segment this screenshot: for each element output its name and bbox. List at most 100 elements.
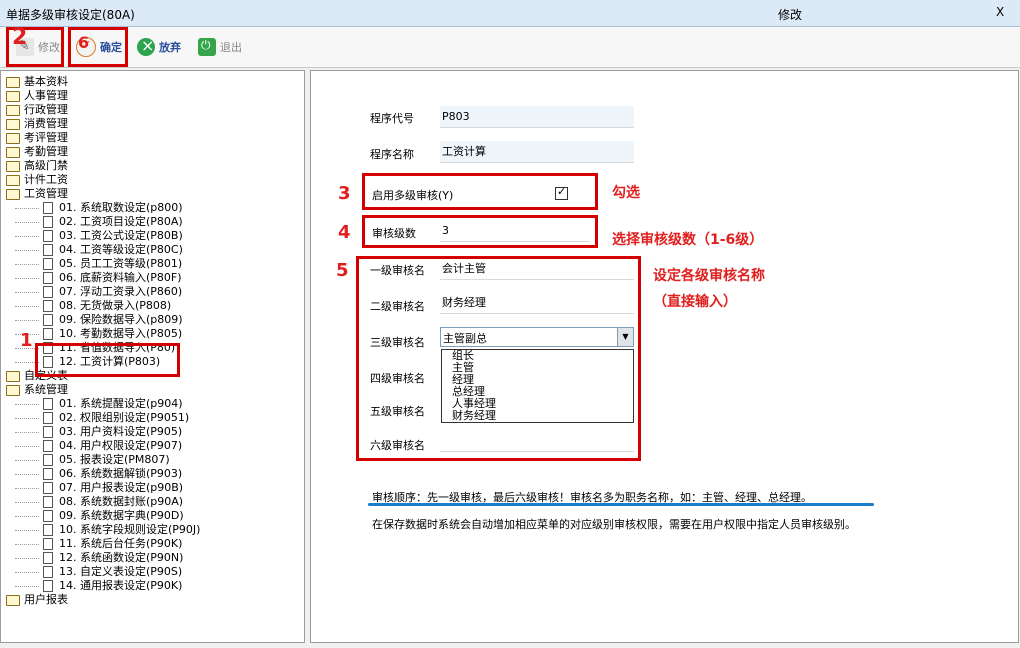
tree-connector	[15, 403, 39, 405]
tree-item-label: 08. 系统数据封账(p90A)	[59, 495, 184, 508]
tree-folder-label: 高级门禁	[24, 159, 68, 172]
tree-folder[interactable]: 基本资料	[6, 75, 68, 89]
close-button[interactable]: X	[996, 5, 1004, 19]
cancel-icon	[137, 36, 155, 56]
tree-item-system[interactable]: 13. 自定义表设定(P90S)	[15, 565, 182, 579]
annotation-box-payroll-calc	[35, 343, 180, 377]
tree-connector	[15, 235, 39, 237]
tree-connector	[15, 543, 39, 545]
tree-connector	[15, 417, 39, 419]
exit-button[interactable]: 退出	[198, 35, 242, 59]
tree-folder[interactable]: 用户报表	[6, 593, 68, 607]
document-icon	[43, 524, 53, 536]
tree-connector	[15, 445, 39, 447]
tree-item-system[interactable]: 03. 用户资料设定(P905)	[15, 425, 182, 439]
tree-item-label: 05. 员工工资等级(P801)	[59, 257, 183, 270]
tree-folder[interactable]: 行政管理	[6, 103, 68, 117]
tree-folder-label: 行政管理	[24, 103, 68, 116]
tree-connector	[15, 473, 39, 475]
tree-folder[interactable]: 消费管理	[6, 117, 68, 131]
tree-connector	[15, 431, 39, 433]
tree-item-system[interactable]: 04. 用户权限设定(P907)	[15, 439, 182, 453]
tree-item-label: 05. 报表设定(PM807)	[59, 453, 170, 466]
annotation-number-1: 1	[20, 330, 33, 351]
folder-icon	[6, 160, 20, 172]
tree-item-label: 01. 系统取数设定(p800)	[59, 201, 183, 214]
document-icon	[43, 300, 53, 312]
tree-folder[interactable]: 人事管理	[6, 89, 68, 103]
document-icon	[43, 510, 53, 522]
folder-icon	[6, 594, 20, 606]
tree-connector	[15, 585, 39, 587]
tree-connector	[15, 305, 39, 307]
document-icon	[43, 454, 53, 466]
tree-item-label: 10. 系统字段规则设定(P90J)	[59, 523, 201, 536]
tree-folder[interactable]: 考评管理	[6, 131, 68, 145]
mode-indicator: 修改	[778, 8, 803, 22]
cancel-button[interactable]: 放弃	[137, 35, 181, 59]
tree-item-label: 02. 工资项目设定(P80A)	[59, 215, 183, 228]
tree-folder[interactable]: 计件工资	[6, 173, 68, 187]
tree-item-payroll[interactable]: 01. 系统取数设定(p800)	[15, 201, 183, 215]
tree-folder-label: 考评管理	[24, 131, 68, 144]
tree-item-system[interactable]: 10. 系统字段规则设定(P90J)	[15, 523, 200, 537]
tree-connector	[15, 263, 39, 265]
tree-item-system[interactable]: 05. 报表设定(PM807)	[15, 453, 170, 467]
tree-folder-label: 消费管理	[24, 117, 68, 130]
program-name-label: 程序名称	[370, 148, 414, 161]
tree-folder-label: 考勤管理	[24, 145, 68, 158]
tree-folder[interactable]: 考勤管理	[6, 145, 68, 159]
tree-item-label: 04. 用户权限设定(P907)	[59, 439, 183, 452]
tree-item-label: 06. 系统数据解锁(P903)	[59, 467, 183, 480]
tree-item-system[interactable]: 02. 权限组别设定(P9051)	[15, 411, 189, 425]
tree-item-payroll[interactable]: 06. 底薪资料输入(P80F)	[15, 271, 182, 285]
tree-item-payroll[interactable]: 09. 保险数据导入(p809)	[15, 313, 183, 327]
tree-item-label: 06. 底薪资料输入(P80F)	[59, 271, 182, 284]
tree-connector	[15, 207, 39, 209]
program-code-label: 程序代号	[370, 112, 414, 125]
tree-connector	[15, 529, 39, 531]
tree-item-system[interactable]: 01. 系统提醒设定(p904)	[15, 397, 183, 411]
tree-folder[interactable]: 高级门禁	[6, 159, 68, 173]
toolbar: 修改 确定 放弃 退出	[0, 27, 1020, 68]
tree-item-system[interactable]: 14. 通用报表设定(P90K)	[15, 579, 182, 593]
annotation-number-4: 4	[338, 222, 351, 243]
note-permissions: 在保存数据时系统会自动增加相应菜单的对应级别审核权限，需要在用户权限中指定人员审…	[372, 518, 856, 531]
program-name-field[interactable]: 工资计算	[440, 141, 634, 163]
tree-item-system[interactable]: 09. 系统数据字典(P90D)	[15, 509, 184, 523]
tree-folder[interactable]: 系统管理	[6, 383, 68, 397]
tree-folder[interactable]: 工资管理	[6, 187, 68, 201]
folder-icon	[6, 90, 20, 102]
document-icon	[43, 426, 53, 438]
power-icon	[198, 38, 216, 56]
document-icon	[43, 272, 53, 284]
tree-item-system[interactable]: 12. 系统函数设定(P90N)	[15, 551, 183, 565]
tree-item-payroll[interactable]: 10. 考勤数据导入(P805)	[15, 327, 182, 341]
tree-item-payroll[interactable]: 07. 浮动工资录入(P860)	[15, 285, 182, 299]
tree-folder-label: 系统管理	[24, 383, 68, 396]
tree-item-label: 11. 系统后台任务(P90K)	[59, 537, 183, 550]
program-code-field[interactable]: P803	[440, 106, 634, 128]
document-icon	[43, 566, 53, 578]
folder-icon	[6, 370, 20, 382]
document-icon	[43, 202, 53, 214]
tree-folder-label: 计件工资	[24, 173, 68, 186]
tree-item-payroll[interactable]: 02. 工资项目设定(P80A)	[15, 215, 183, 229]
tree-item-label: 09. 保险数据导入(p809)	[59, 313, 183, 326]
tree-item-system[interactable]: 07. 用户报表设定(p90B)	[15, 481, 183, 495]
tree-item-system[interactable]: 06. 系统数据解锁(P903)	[15, 467, 182, 481]
tree-item-system[interactable]: 08. 系统数据封账(p90A)	[15, 495, 183, 509]
tree-item-label: 13. 自定义表设定(P90S)	[59, 565, 183, 578]
tree-connector	[15, 515, 39, 517]
tree-item-label: 03. 工资公式设定(P80B)	[59, 229, 183, 242]
document-icon	[43, 314, 53, 326]
tree-item-payroll[interactable]: 04. 工资等级设定(P80C)	[15, 243, 183, 257]
folder-icon	[6, 118, 20, 130]
tree-item-payroll[interactable]: 03. 工资公式设定(P80B)	[15, 229, 183, 243]
tree-item-payroll[interactable]: 08. 无货做录入(P808)	[15, 299, 171, 313]
exit-label: 退出	[220, 41, 242, 54]
tree-item-payroll[interactable]: 05. 员工工资等级(P801)	[15, 257, 182, 271]
tree-item-system[interactable]: 11. 系统后台任务(P90K)	[15, 537, 182, 551]
tree-item-label: 08. 无货做录入(P808)	[59, 299, 172, 312]
document-icon	[43, 496, 53, 508]
